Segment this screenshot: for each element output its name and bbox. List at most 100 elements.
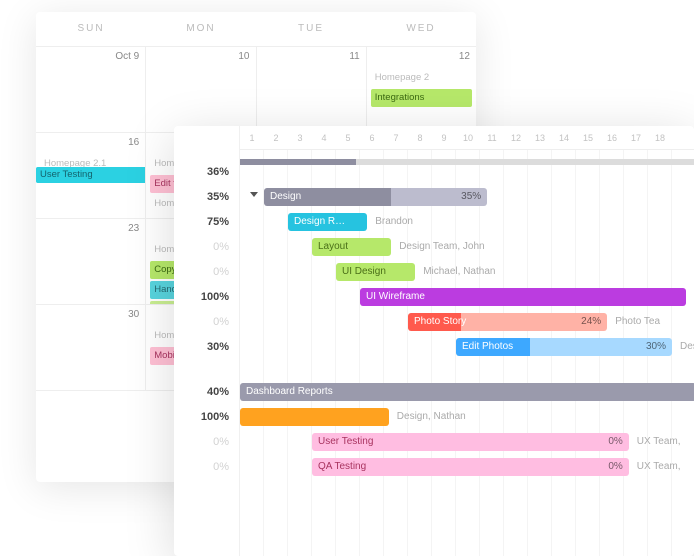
gantt-assignee: Design, Nathan (397, 408, 466, 426)
gantt-day: 11 (480, 126, 504, 149)
gantt-chart-area: 123456789101112131415161718 Design35%Des… (240, 126, 694, 556)
gantt-assignee: UX Team, (637, 433, 681, 451)
gantt-group-bar[interactable]: Design 35% (264, 188, 487, 206)
gantt-day: 4 (312, 126, 336, 149)
gantt-bar-title: Edit Photos (456, 338, 530, 356)
gantt-percent: 75% (174, 210, 239, 235)
gantt-bar-pct: 0% (608, 436, 622, 447)
calendar-event-chip[interactable]: Integrations (371, 89, 472, 107)
gantt-row: Design, Nathan (240, 404, 694, 429)
gantt-day: 2 (264, 126, 288, 149)
gantt-day: 5 (336, 126, 360, 149)
calendar-date: 30 (128, 309, 139, 320)
calendar-cell[interactable]: 16User TestingHomepage 2.1 (36, 133, 146, 219)
gantt-day: 12 (504, 126, 528, 149)
gantt-day: 1 (240, 126, 264, 149)
gantt-task-bar[interactable]: User Testing0% (312, 433, 629, 451)
gantt-row: UI WireframeDesign, Brandon Tr (240, 284, 694, 309)
calendar-date: 23 (128, 223, 139, 234)
calendar-cell[interactable]: 30 (36, 305, 146, 391)
gantt-row: Dashboard Reports (240, 379, 694, 404)
gantt-row: Photo Story 24% Photo Tea (240, 309, 694, 334)
gantt-bar-pct: 35% (461, 191, 481, 202)
gantt-day: 18 (648, 126, 672, 149)
gantt-day: 16 (600, 126, 624, 149)
gantt-percent: 0% (174, 260, 239, 285)
gantt-task-bar[interactable]: QA Testing0% (312, 458, 629, 476)
gantt-group-bar[interactable]: Dashboard Reports (240, 383, 694, 401)
gantt-task-bar[interactable]: Design R… (288, 213, 367, 231)
gantt-task-bar[interactable]: Edit Photos 30% (456, 338, 672, 356)
gantt-task-bar[interactable]: Photo Story 24% (408, 313, 607, 331)
calendar-day-header: TUE (256, 12, 366, 46)
gantt-day: 14 (552, 126, 576, 149)
calendar-cell[interactable]: 23 (36, 219, 146, 305)
gantt-day: 9 (432, 126, 456, 149)
gantt-bar-pct: 24% (581, 316, 601, 327)
gantt-bar-pct: 0% (608, 461, 622, 472)
gantt-day: 8 (408, 126, 432, 149)
calendar-row: Oct 9 10 11 12 Homepage 2 Integrations (36, 47, 476, 133)
gantt-assignee: Desig (680, 338, 694, 356)
gantt-task-bar[interactable]: UI Design (336, 263, 415, 281)
gantt-assignee: Michael, Nathan (423, 263, 495, 281)
gantt-percent-col: 36%35%75%0%0%100%0%30%40%100%0%0% (174, 126, 240, 556)
gantt-row: Layout Design Team, John (240, 234, 694, 259)
gantt-row: QA Testing0% UX Team, (240, 454, 694, 479)
calendar-date: 10 (238, 51, 249, 62)
calendar-header: SUNMONTUEWED (36, 12, 476, 46)
gantt-day: 17 (624, 126, 648, 149)
gantt-percent: 100% (174, 405, 239, 430)
gantt-percent: 0% (174, 310, 239, 335)
gantt-row: Design R… Brandon (240, 209, 694, 234)
gantt-task-bar[interactable]: Layout (312, 238, 391, 256)
calendar-day-header: MON (146, 12, 256, 46)
calendar-date: 16 (128, 137, 139, 148)
gantt-assignee: Brandon (375, 213, 413, 231)
gantt-percent: 0% (174, 430, 239, 455)
gantt-row: Design 35% (240, 184, 694, 209)
gantt-day: 10 (456, 126, 480, 149)
gantt-day: 15 (576, 126, 600, 149)
gantt-day: 7 (384, 126, 408, 149)
gantt-percent: 100% (174, 285, 239, 310)
gantt-row: User Testing0% UX Team, (240, 429, 694, 454)
gantt-percent: 40% (174, 380, 239, 405)
gantt-day: 6 (360, 126, 384, 149)
calendar-cell[interactable]: 11 (257, 47, 367, 133)
gantt-row (240, 359, 694, 379)
gantt-task-bar[interactable]: UI Wireframe (360, 288, 686, 306)
gantt-assignee: UX Team, (637, 458, 681, 476)
gantt-panel: 36%35%75%0%0%100%0%30%40%100%0%0% 123456… (174, 126, 694, 556)
calendar-cell[interactable]: 12 Homepage 2 Integrations (367, 47, 476, 133)
gantt-bar-pct: 30% (646, 341, 666, 352)
gantt-row: Edit Photos 30% Desig (240, 334, 694, 359)
calendar-event-label: User Testing (36, 167, 146, 183)
gantt-rows: Design 35% Design R… Brandon Layout Design Te… (240, 174, 694, 479)
gantt-task-bar[interactable] (240, 408, 389, 426)
gantt-day-scale: 123456789101112131415161718 (240, 126, 694, 150)
gantt-percent: 30% (174, 335, 239, 360)
calendar-date: 11 (349, 51, 359, 62)
calendar-day-header: WED (366, 12, 476, 46)
gantt-percent: 0% (174, 235, 239, 260)
gantt-day: 3 (288, 126, 312, 149)
gantt-percent: 0% (174, 455, 239, 480)
gantt-bar-title: Design (264, 188, 391, 206)
gantt-percent: 36% (174, 160, 239, 185)
calendar-date: 12 (459, 51, 470, 62)
gantt-row: UI Design Michael, Nathan (240, 259, 694, 284)
gantt-bar-title: Photo Story (408, 313, 461, 331)
gantt-percent: 35% (174, 185, 239, 210)
calendar-date: Oct 9 (115, 51, 139, 62)
collapse-icon[interactable] (250, 192, 258, 197)
gantt-assignee: Design Team, John (399, 238, 484, 256)
calendar-event-bar[interactable]: User Testing (36, 167, 146, 183)
calendar-cell[interactable]: Oct 9 (36, 47, 146, 133)
calendar-day-header: SUN (36, 12, 146, 46)
calendar-cell[interactable]: 10 (146, 47, 256, 133)
gantt-assignee: Photo Tea (615, 313, 660, 331)
calendar-event-chip[interactable]: Homepage 2 (371, 69, 472, 87)
gantt-timeline-progress (240, 159, 694, 165)
gantt-day: 13 (528, 126, 552, 149)
